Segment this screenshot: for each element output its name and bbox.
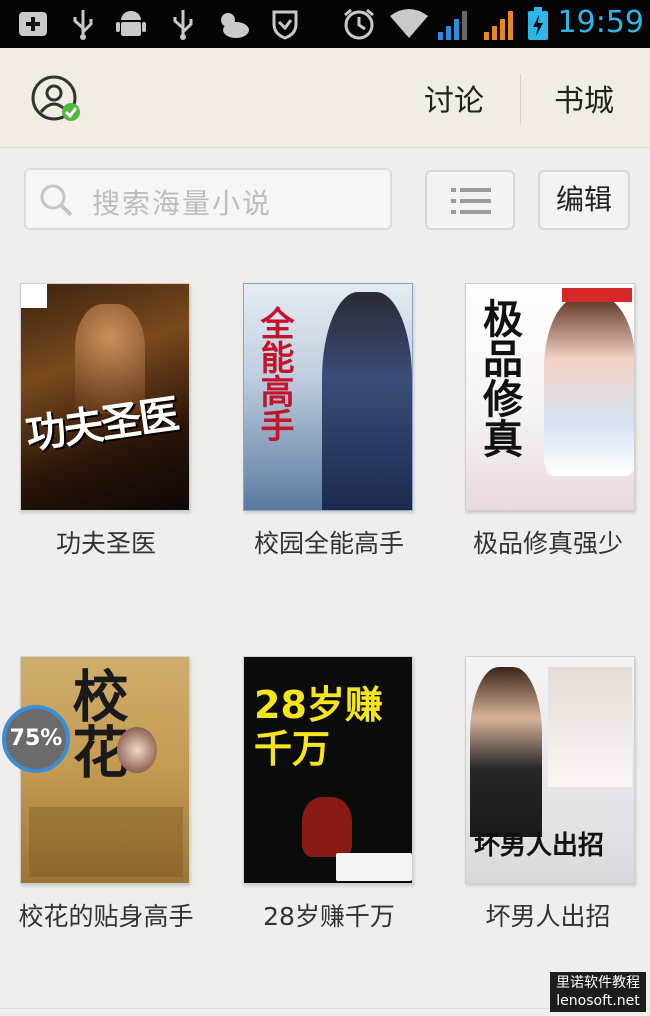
cover-title: 坏男人出招	[474, 831, 605, 861]
cover-figure	[544, 296, 634, 476]
add-icon	[18, 8, 48, 40]
cover-figure	[470, 667, 542, 837]
search-placeholder: 搜索海量小说	[92, 187, 273, 220]
alarm-icon	[342, 8, 376, 40]
book-cover[interactable]: 极品修真	[465, 283, 635, 511]
watermark-line2: lenosoft.net	[556, 993, 640, 1009]
book-title: 极品修真强少	[472, 529, 623, 558]
battery-icon	[526, 7, 550, 40]
book-title: 校花的贴身高手	[18, 902, 194, 931]
signal-icon	[482, 8, 518, 40]
cover-figure	[548, 667, 632, 787]
status-bar: 19:59	[0, 0, 650, 48]
book-cover[interactable]: 坏男人出招	[465, 656, 635, 884]
cover-title: 极品修真	[476, 298, 523, 458]
wifi-icon	[388, 8, 430, 40]
tab-bookstore[interactable]: 书城	[554, 76, 614, 120]
list-view-button[interactable]	[425, 170, 515, 230]
cover-figure	[117, 727, 157, 773]
cover-title: 功夫圣医	[22, 390, 181, 459]
usb-icon	[70, 8, 96, 40]
signal-icon	[436, 8, 472, 40]
book-cover[interactable]: 28岁赚千万	[243, 656, 413, 884]
tab-discuss[interactable]: 讨论	[424, 76, 484, 120]
cover-figure	[322, 292, 412, 510]
cover-logo	[21, 284, 47, 308]
cover-publisher	[336, 853, 412, 881]
cover-figure	[302, 797, 352, 857]
book-cover[interactable]: 全能高手	[243, 283, 413, 511]
search-icon	[38, 182, 74, 218]
status-time: 19:59	[557, 5, 644, 40]
shield-icon	[270, 8, 300, 40]
cover-title: 全能高手	[254, 306, 294, 442]
app-header: 讨论 书城	[0, 48, 650, 148]
book-title: 坏男人出招	[485, 902, 611, 931]
cover-title: 28岁赚千万	[254, 683, 383, 771]
book-title: 功夫圣医	[55, 529, 156, 558]
tab-divider	[520, 74, 521, 124]
usb-icon	[170, 8, 196, 40]
edit-button[interactable]: 编辑	[538, 170, 630, 230]
reading-progress-badge: 75%	[2, 705, 70, 773]
book-cover[interactable]: 功夫圣医	[20, 283, 190, 511]
cover-blurb	[29, 807, 183, 877]
cover-title: 校花	[63, 667, 129, 779]
list-icon	[451, 186, 491, 220]
book-title: 校园全能高手	[253, 529, 404, 558]
book-title: 28岁赚千万	[263, 902, 395, 931]
cover-publisher	[562, 288, 632, 302]
search-input[interactable]: 搜索海量小说	[24, 168, 392, 230]
watermark: 里诺软件教程 lenosoft.net	[550, 972, 646, 1012]
weather-icon	[212, 8, 252, 40]
user-avatar-icon[interactable]	[30, 74, 82, 126]
android-icon	[116, 8, 146, 40]
watermark-line1: 里诺软件教程	[556, 975, 640, 991]
